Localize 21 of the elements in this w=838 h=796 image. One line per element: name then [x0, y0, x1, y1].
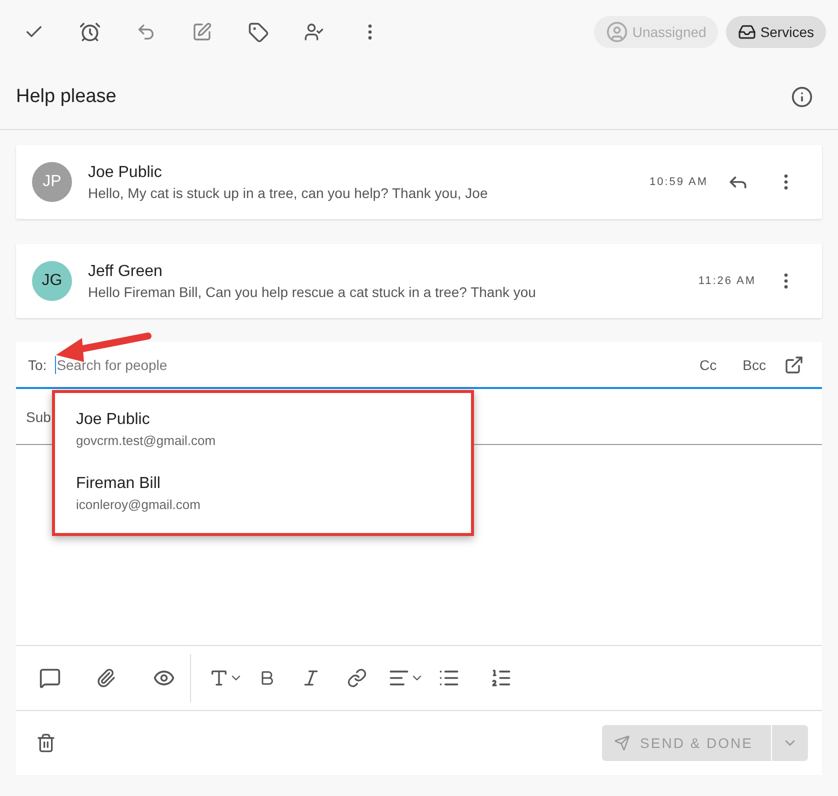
- sender-name: Jeff Green: [88, 262, 164, 280]
- inbox-chip[interactable]: Services: [726, 16, 826, 48]
- suggestion-item[interactable]: Fireman Bill iconleroy@gmail.com: [55, 475, 471, 539]
- message-time: 10:59 AM: [650, 176, 708, 188]
- inbox-icon: [738, 23, 756, 41]
- message-time: 11:26 AM: [698, 275, 756, 287]
- suggestion-item[interactable]: Joe Public govcrm.test@gmail.com: [55, 411, 471, 475]
- message-card[interactable]: JP Joe Public Hello, My cat is stuck up in a tree, can you help? Thank you, Joe 10:59 AM: [16, 145, 822, 219]
- message-preview: Hello, My cat is stuck up in a tree, can you help? Thank you, Joe: [88, 184, 489, 200]
- to-label: To:: [28, 356, 47, 372]
- conversation-title: Help please: [16, 86, 116, 108]
- cc-button[interactable]: Cc: [696, 352, 721, 376]
- bcc-button[interactable]: Bcc: [738, 352, 770, 376]
- subject-label: Sub: [26, 408, 51, 424]
- avatar: JG: [32, 261, 72, 301]
- message-card[interactable]: JG Jeff Green Hello Fireman Bill, Can you help rescue a cat stuck in a tree? Thank you 11:26 AM: [16, 244, 822, 318]
- user-icon: [606, 21, 628, 43]
- send-icon: [614, 735, 630, 751]
- avatar: JP: [32, 162, 72, 202]
- sender-name: Joe Public: [88, 164, 163, 182]
- message-preview: Hello Fireman Bill, Can you help rescue a cat stuck in a tree? Thank you: [88, 284, 537, 300]
